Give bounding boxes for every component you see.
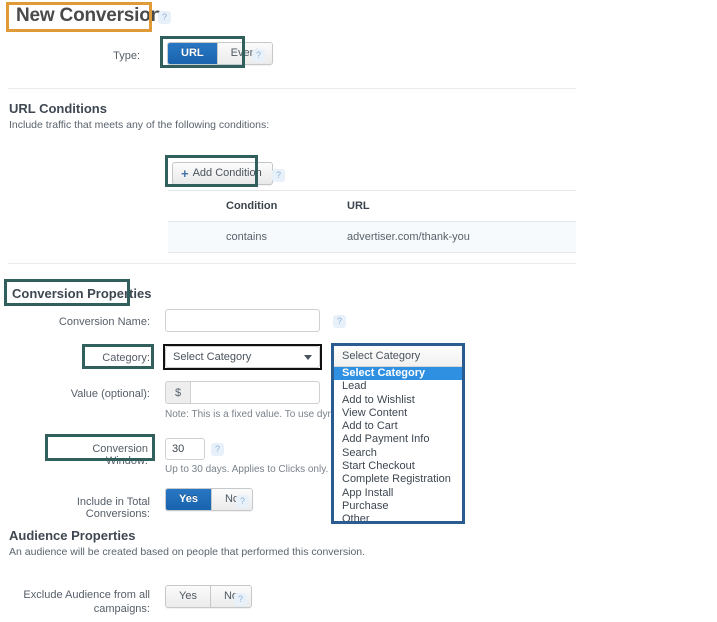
plus-icon: + bbox=[181, 165, 189, 181]
url-conditions-subtext: Include traffic that meets any of the fo… bbox=[9, 119, 270, 131]
category-select-highlight-box bbox=[163, 344, 322, 370]
conversion-name-input[interactable] bbox=[165, 309, 320, 332]
audience-properties-heading: Audience Properties bbox=[9, 528, 136, 543]
dropdown-option[interactable]: Start Checkout bbox=[334, 460, 462, 473]
exclude-audience-label-line2: campaigns: bbox=[93, 603, 150, 615]
table-row[interactable]: contains advertiser.com/thank-you bbox=[168, 221, 576, 253]
include-total-label: Include in Total Conversions: bbox=[76, 496, 150, 520]
exclude-audience-option-yes[interactable]: Yes bbox=[166, 586, 211, 607]
conversion-properties-heading: Conversion Properties bbox=[12, 286, 152, 301]
type-option-url[interactable]: URL bbox=[168, 43, 218, 64]
value-label: Value (optional): bbox=[70, 388, 150, 400]
category-label: Category: bbox=[102, 352, 150, 364]
dropdown-option[interactable]: Add Payment Info bbox=[334, 433, 462, 446]
table-header-spacer bbox=[168, 190, 226, 222]
dropdown-option[interactable]: Search bbox=[334, 447, 462, 460]
add-condition-button[interactable]: + Add Condition bbox=[172, 162, 273, 185]
dropdown-option[interactable]: Add to Wishlist bbox=[334, 394, 462, 407]
conditions-table: Condition URL contains advertiser.com/th… bbox=[168, 190, 576, 253]
exclude-audience-label-line1: Exclude Audience from all bbox=[23, 589, 150, 601]
dropdown-option[interactable]: Lead bbox=[334, 380, 462, 393]
help-icon-title[interactable]: ? bbox=[158, 11, 171, 24]
dropdown-option[interactable]: View Content bbox=[334, 407, 462, 420]
dropdown-option[interactable]: Complete Registration bbox=[334, 473, 462, 486]
row-url: advertiser.com/thank-you bbox=[347, 221, 576, 253]
row-condition: contains bbox=[226, 221, 347, 253]
help-icon-conversion-name[interactable]: ? bbox=[333, 315, 346, 328]
help-icon-exclude-audience[interactable]: ? bbox=[234, 593, 247, 606]
table-header-condition: Condition bbox=[226, 190, 347, 222]
category-dropdown-list: Select Category Lead Add to Wishlist Vie… bbox=[334, 367, 462, 521]
help-icon-type[interactable]: ? bbox=[252, 49, 265, 62]
category-dropdown-open[interactable]: Select Category Select Category Lead Add… bbox=[331, 343, 465, 524]
url-conditions-heading: URL Conditions bbox=[9, 101, 107, 116]
conversion-window-input[interactable] bbox=[165, 438, 205, 460]
help-icon-include-total[interactable]: ? bbox=[236, 495, 249, 508]
value-input[interactable] bbox=[190, 381, 320, 404]
type-label: Type: bbox=[113, 50, 140, 62]
conversion-window-label: Conversion Window: bbox=[92, 443, 148, 467]
add-condition-label: Add Condition bbox=[192, 167, 262, 179]
dropdown-option[interactable]: Other bbox=[334, 513, 462, 521]
page-title: New Conversion bbox=[16, 5, 163, 26]
divider-sections bbox=[8, 263, 576, 264]
dropdown-option[interactable]: App Install bbox=[334, 487, 462, 500]
row-spacer bbox=[168, 221, 226, 253]
table-header-row: Condition URL bbox=[168, 190, 576, 222]
conversion-name-label: Conversion Name: bbox=[58, 316, 150, 328]
table-header-url: URL bbox=[347, 190, 576, 222]
dropdown-option[interactable]: Select Category bbox=[334, 367, 462, 381]
include-total-option-yes[interactable]: Yes bbox=[166, 489, 212, 510]
dropdown-option[interactable]: Add to Cart bbox=[334, 420, 462, 433]
help-icon-add-condition[interactable]: ? bbox=[272, 169, 285, 182]
conversion-window-note: Up to 30 days. Applies to Clicks only. bbox=[165, 464, 329, 475]
dropdown-option[interactable]: Purchase bbox=[334, 500, 462, 513]
audience-properties-subtext: An audience will be created based on peo… bbox=[9, 546, 366, 558]
divider-top bbox=[8, 88, 576, 89]
currency-prefix: $ bbox=[165, 381, 190, 404]
help-icon-conversion-window[interactable]: ? bbox=[211, 443, 224, 456]
category-dropdown-header: Select Category bbox=[334, 346, 462, 367]
